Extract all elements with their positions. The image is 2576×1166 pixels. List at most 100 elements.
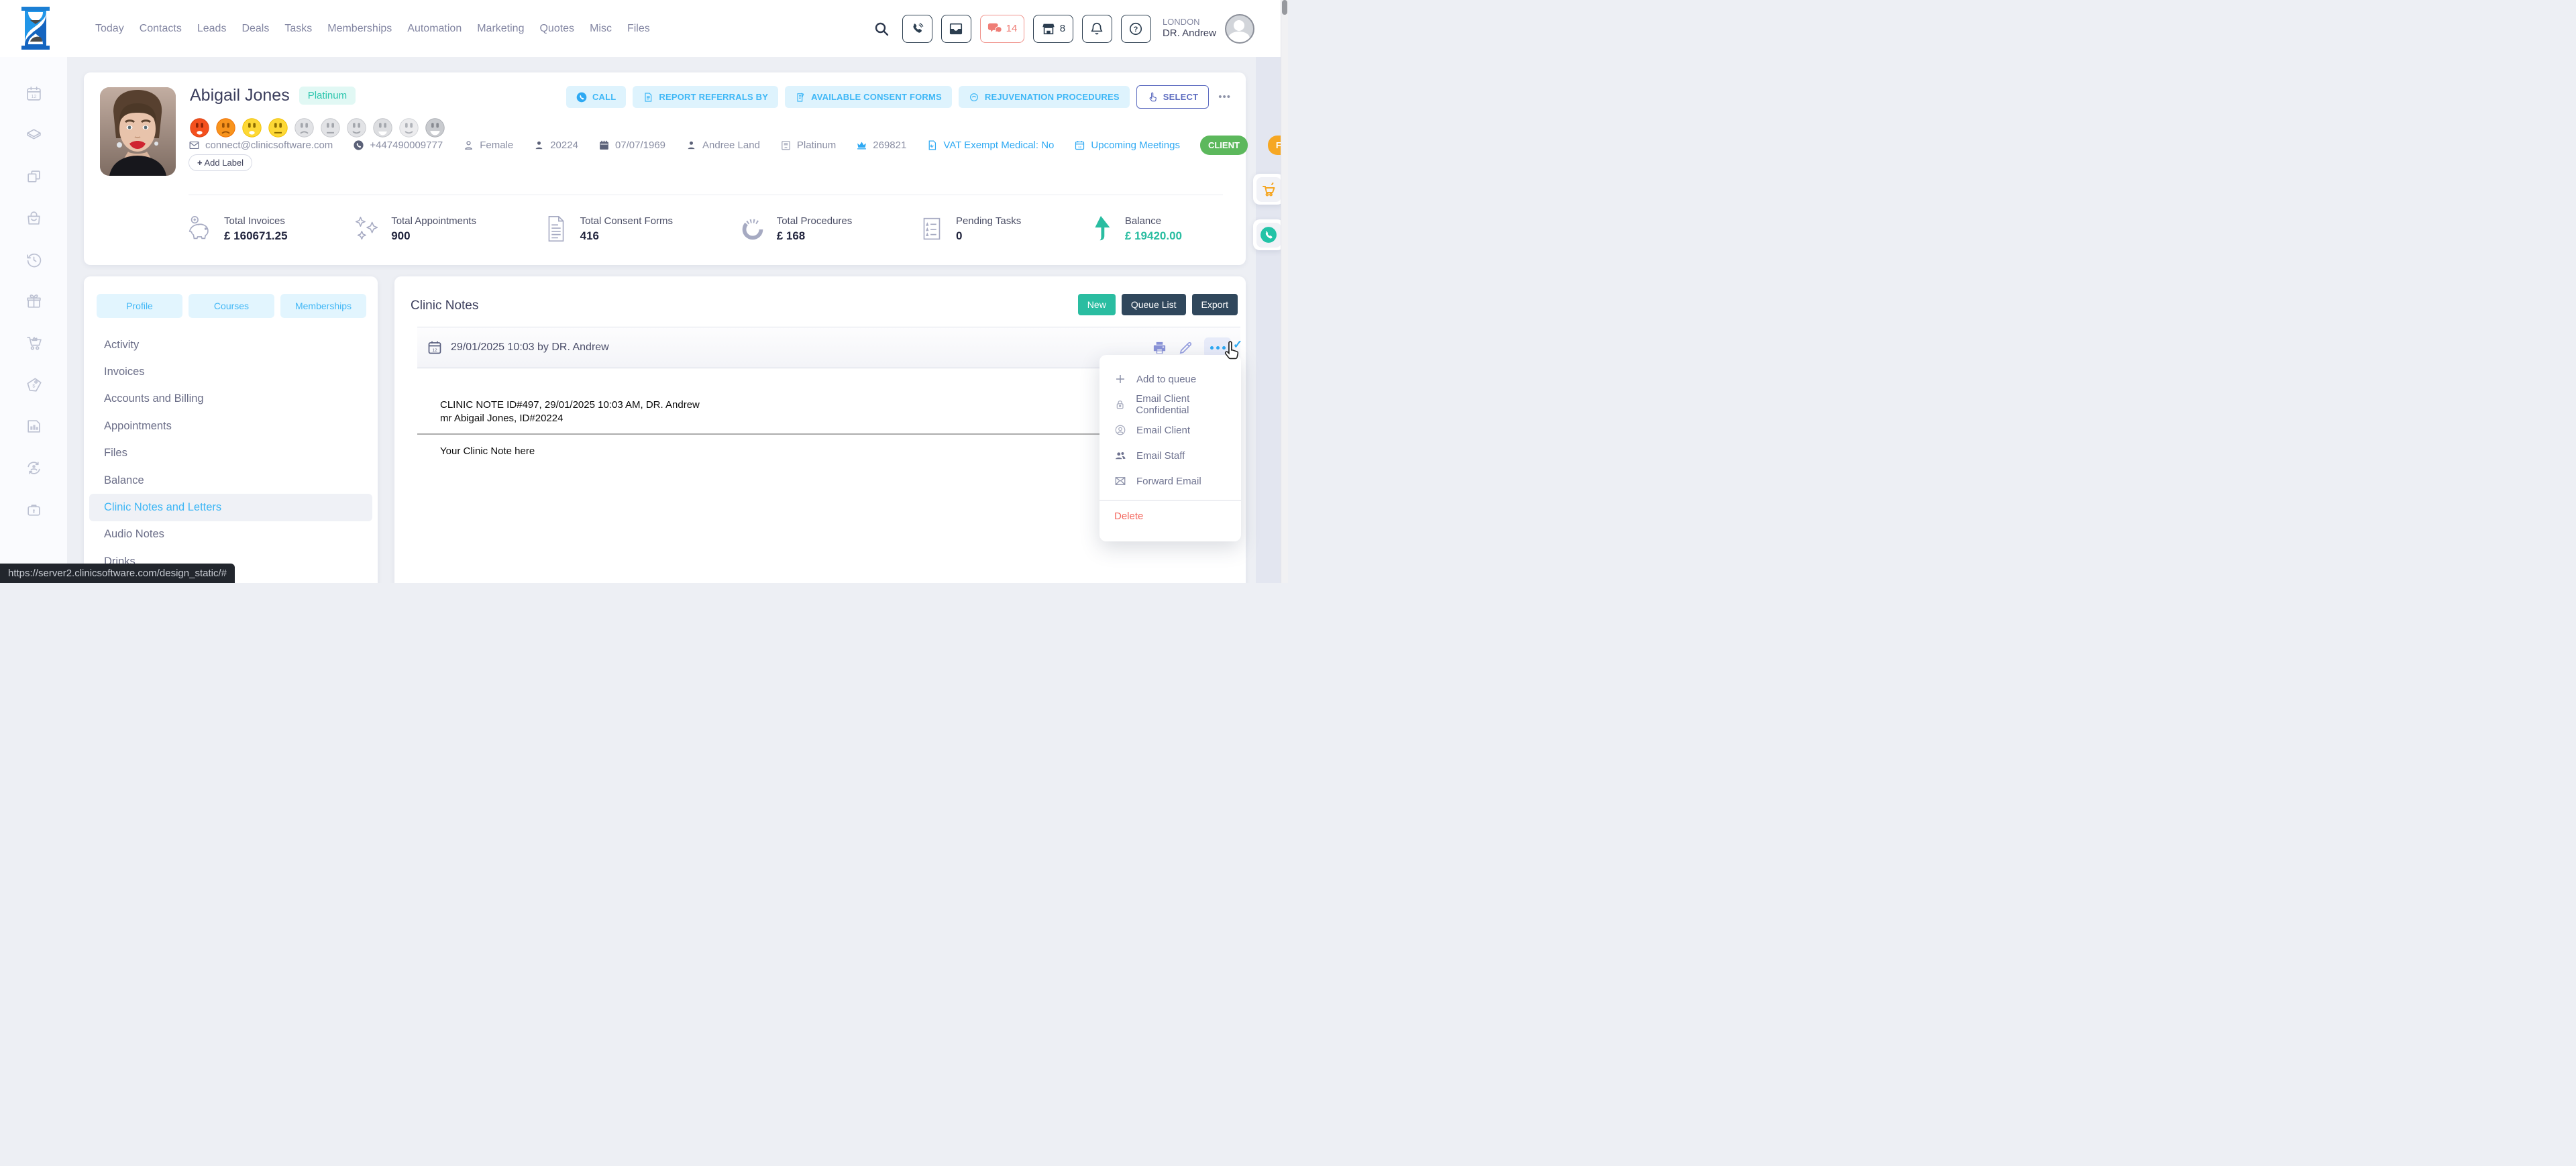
rail-cart-icon[interactable] xyxy=(25,335,42,352)
phone-circle-icon xyxy=(353,140,364,151)
inbox-button[interactable] xyxy=(941,15,971,43)
user-block[interactable]: LONDON DR. Andrew xyxy=(1163,17,1216,40)
nav-item-leads[interactable]: Leads xyxy=(197,23,227,35)
page-scrollbar[interactable] xyxy=(1281,0,1288,583)
menu-email-client-confidential[interactable]: Email Client Confidential xyxy=(1099,392,1241,417)
panel-item-files[interactable]: Files xyxy=(89,440,372,467)
call-button[interactable]: CALL xyxy=(566,86,626,108)
menu-delete[interactable]: Delete xyxy=(1099,500,1241,531)
panel-list: Activity Invoices Accounts and Billing A… xyxy=(89,331,372,576)
clinicsoftware-logo-icon[interactable] xyxy=(20,7,51,50)
menu-email-client[interactable]: Email Client xyxy=(1099,417,1241,443)
stat-balance: Balance£ 19420.00 xyxy=(1085,213,1182,244)
print-icon[interactable] xyxy=(1152,340,1167,356)
email-item[interactable]: connect@clinicsoftware.com xyxy=(189,140,333,151)
nav-item-automation[interactable]: Automation xyxy=(407,23,462,35)
rail-calendar-icon[interactable]: 12 xyxy=(25,85,42,102)
help-button[interactable]: ? xyxy=(1121,15,1151,43)
clinic-notes-title: Clinic Notes xyxy=(411,299,478,313)
note-context-menu: Add to queue Email Client Confidential E… xyxy=(1099,355,1241,541)
nav-item-deals[interactable]: Deals xyxy=(241,23,269,35)
floating-phone-button[interactable] xyxy=(1253,219,1284,250)
tab-profile[interactable]: Profile xyxy=(97,294,182,318)
dialer-button[interactable] xyxy=(902,15,932,43)
clinic-software-app: Today Contacts Leads Deals Tasks Members… xyxy=(0,0,1288,583)
patient-actions: CALL REPORT REFERRALS BY AVAILABLE CONSE… xyxy=(566,85,1231,109)
note-line-2: mr Abigail Jones, ID#20224 xyxy=(440,413,563,424)
people-icon xyxy=(1114,449,1126,462)
phone-item[interactable]: +447490009777 xyxy=(353,140,443,151)
report-icon xyxy=(643,92,653,103)
floating-cart-button[interactable] xyxy=(1253,174,1284,205)
nav-item-files[interactable]: Files xyxy=(627,23,650,35)
add-label-button[interactable]: + Add Label xyxy=(189,154,252,171)
panel-item-appointments[interactable]: Appointments xyxy=(89,413,372,439)
upcoming-meetings-link[interactable]: 12 Upcoming Meetings xyxy=(1074,140,1180,151)
notifications-button[interactable] xyxy=(1082,15,1112,43)
rail-gift-icon[interactable] xyxy=(25,293,42,310)
panel-item-audio-notes[interactable]: Audio Notes xyxy=(89,521,372,548)
panel-item-accounts-billing[interactable]: Accounts and Billing xyxy=(89,386,372,413)
queue-list-button[interactable]: Queue List xyxy=(1122,294,1186,315)
edit-pencil-icon[interactable] xyxy=(1178,340,1193,356)
nav-item-quotes[interactable]: Quotes xyxy=(539,23,574,35)
main-nav: Today Contacts Leads Deals Tasks Members… xyxy=(95,0,650,57)
rail-bag-icon[interactable] xyxy=(25,210,42,227)
export-button[interactable]: Export xyxy=(1192,294,1238,315)
user-name-label: DR. Andrew xyxy=(1163,28,1216,40)
panel-tabs: Profile Courses Memberships xyxy=(97,294,366,318)
lock-icon xyxy=(1114,399,1126,411)
inbox-icon xyxy=(949,21,963,36)
report-referrals-button[interactable]: REPORT REFERRALS BY xyxy=(633,86,778,108)
panel-item-invoices[interactable]: Invoices xyxy=(89,358,372,385)
location-label: LONDON xyxy=(1163,17,1216,28)
new-note-button[interactable]: New xyxy=(1078,294,1116,315)
tab-courses[interactable]: Courses xyxy=(189,294,274,318)
menu-forward-email[interactable]: Forward Email xyxy=(1099,468,1241,494)
menu-add-to-queue[interactable]: Add to queue xyxy=(1099,366,1241,392)
nav-item-memberships[interactable]: Memberships xyxy=(327,23,392,35)
rail-reports-icon[interactable] xyxy=(25,418,42,435)
panel-item-activity[interactable]: Activity xyxy=(89,331,372,358)
menu-email-staff[interactable]: Email Staff xyxy=(1099,443,1241,468)
tab-memberships[interactable]: Memberships xyxy=(280,294,366,318)
panel-item-clinic-notes[interactable]: Clinic Notes and Letters xyxy=(89,494,372,521)
nav-item-today[interactable]: Today xyxy=(95,23,124,35)
user-avatar[interactable] xyxy=(1225,14,1254,44)
client-side-panel: Profile Courses Memberships Activity Inv… xyxy=(84,276,378,583)
pointer-icon xyxy=(1147,92,1158,103)
patient-photo[interactable] xyxy=(100,87,176,176)
consent-forms-button[interactable]: AVAILABLE CONSENT FORMS xyxy=(785,86,952,108)
scrollbar-thumb[interactable] xyxy=(1282,0,1287,15)
owner-item: Andree Land xyxy=(686,140,760,151)
rail-client-sync-icon[interactable] xyxy=(25,460,42,476)
rail-products-icon[interactable] xyxy=(25,127,42,144)
patient-contact-row: connect@clinicsoftware.com +447490009777… xyxy=(189,136,1230,155)
rail-duplicates-icon[interactable] xyxy=(25,168,42,185)
search-icon[interactable] xyxy=(873,21,890,37)
svg-text:?: ? xyxy=(1134,25,1138,34)
rejuvenation-button[interactable]: REJUVENATION PROCEDURES xyxy=(959,86,1130,108)
nav-item-misc[interactable]: Misc xyxy=(590,23,612,35)
rail-price-tag-icon[interactable]: $ xyxy=(25,376,42,393)
vat-exempt-link[interactable]: VAT Exempt Medical: No xyxy=(926,140,1054,151)
rail-history-icon[interactable] xyxy=(25,252,42,268)
top-bar-actions: 14 8 ? LONDON DR. Andrew xyxy=(873,0,1254,57)
note-line-1: CLINIC NOTE ID#497, 29/01/2025 10:03 AM,… xyxy=(440,399,700,411)
rejuvenation-label: REJUVENATION PROCEDURES xyxy=(985,92,1120,102)
more-actions-button[interactable]: ••• xyxy=(1218,91,1231,103)
rail-security-icon[interactable] xyxy=(25,501,42,518)
select-button[interactable]: SELECT xyxy=(1136,85,1209,109)
nav-item-marketing[interactable]: Marketing xyxy=(477,23,524,35)
person-filled-icon xyxy=(533,140,545,151)
nav-item-tasks[interactable]: Tasks xyxy=(284,23,312,35)
nav-item-contacts[interactable]: Contacts xyxy=(140,23,182,35)
piggy-bank-icon xyxy=(184,213,215,244)
store-button[interactable]: 8 xyxy=(1033,15,1073,43)
store-icon xyxy=(1041,21,1056,36)
chat-button[interactable]: 14 xyxy=(980,15,1024,43)
tier-badge: Platinum xyxy=(299,87,356,105)
stat-total-consent-forms: Total Consent Forms416 xyxy=(541,213,673,244)
patient-name: Abigail Jones xyxy=(190,86,290,105)
panel-item-balance[interactable]: Balance xyxy=(89,467,372,494)
